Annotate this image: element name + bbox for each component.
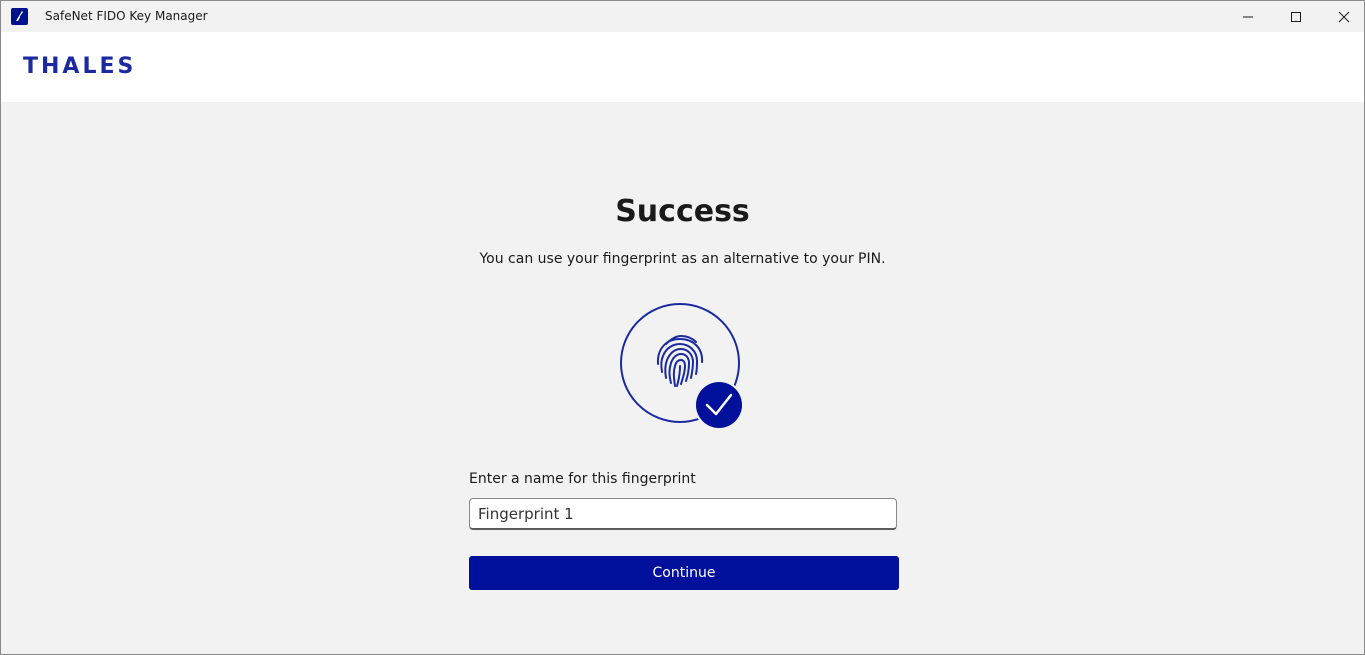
minimize-button[interactable] (1225, 1, 1271, 32)
minimize-icon (1243, 16, 1253, 17)
page-title: Success (615, 194, 750, 229)
app-window: SafeNet FIDO Key Manager THALES Success … (0, 0, 1365, 655)
close-button[interactable] (1321, 1, 1364, 32)
success-panel: Success You can use your fingerprint as … (1, 102, 1364, 654)
continue-button[interactable]: Continue (469, 556, 899, 590)
app-icon (11, 8, 28, 25)
fingerprint-name-input[interactable] (469, 498, 897, 530)
fingerprint-check-icon (617, 302, 749, 434)
maximize-button[interactable] (1273, 1, 1319, 32)
page-subtitle: You can use your fingerprint as an alter… (479, 251, 886, 267)
close-icon (1338, 11, 1350, 22)
window-title: SafeNet FIDO Key Manager (45, 9, 208, 23)
title-bar[interactable]: SafeNet FIDO Key Manager (1, 1, 1364, 32)
app-header: THALES (1, 32, 1364, 102)
maximize-icon (1291, 11, 1301, 22)
fingerprint-name-label: Enter a name for this fingerprint (469, 471, 696, 487)
thales-logo: THALES (23, 54, 137, 79)
